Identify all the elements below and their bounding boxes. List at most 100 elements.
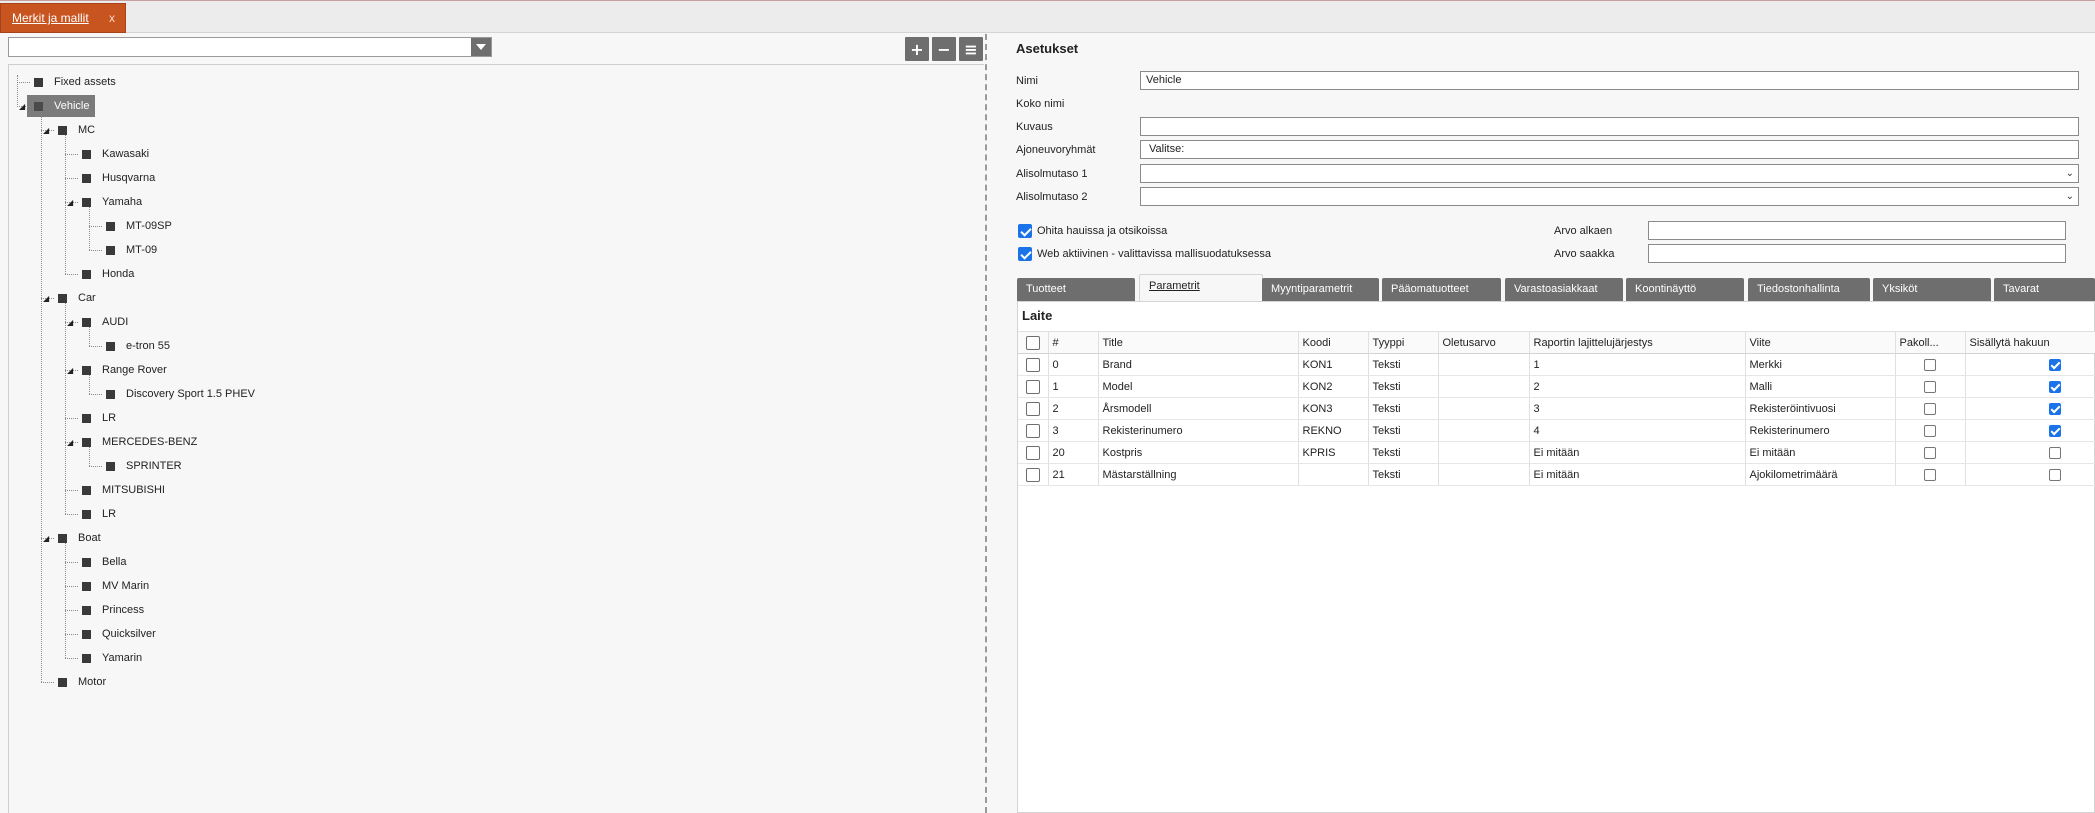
ohita-checkbox[interactable] (1018, 224, 1032, 238)
table-row[interactable]: 3 Rekisterinumero REKNO Teksti 4 Rekisterinum… (1018, 419, 2095, 442)
expand-toggle-icon[interactable]: ◢ (67, 199, 73, 207)
tree-node[interactable]: MT-09SP (106, 215, 172, 237)
tab-yksikot[interactable]: Yksiköt (1873, 278, 1991, 301)
tab-koontinaytto[interactable]: Koontinäyttö (1626, 278, 1744, 301)
tab-tuotteet[interactable]: Tuotteet (1017, 278, 1135, 301)
node-icon (82, 653, 91, 663)
ohita-label: Ohita hauissa ja otsikoissa (1037, 225, 1168, 237)
column-header[interactable]: Raportin lajittelujärjestys (1529, 331, 1746, 354)
tree-node[interactable]: Yamarin (82, 647, 142, 669)
tree-node[interactable]: Discovery Sport 1.5 PHEV (106, 383, 255, 405)
tree-node[interactable]: Husqvarna (82, 167, 155, 189)
row-select-checkbox[interactable] (1018, 353, 1049, 376)
column-header[interactable]: Koodi (1298, 331, 1369, 354)
tree-connector (89, 375, 90, 394)
table-row[interactable]: 2 Årsmodell KON3 Teksti 3 Rekisteröintivuosi (1018, 397, 2095, 420)
document-tab-label[interactable]: Merkit ja mallit (12, 11, 89, 25)
select-all-checkbox[interactable] (1018, 331, 1049, 354)
tree-node[interactable]: Fixed assets (34, 71, 116, 93)
mandatory-checkbox[interactable] (1895, 375, 1966, 398)
include-in-search-checkbox[interactable] (1965, 463, 2095, 486)
mandatory-checkbox[interactable] (1895, 441, 1966, 464)
mandatory-checkbox[interactable] (1895, 419, 1966, 442)
chevron-down-icon[interactable] (471, 38, 491, 56)
expand-toggle-icon[interactable]: ◢ (67, 439, 73, 447)
mandatory-checkbox[interactable] (1895, 463, 1966, 486)
table-row[interactable]: 21 Mästarställning Teksti Ei mitään Ajokilom… (1018, 463, 2095, 486)
tree-node[interactable]: Motor (58, 671, 106, 693)
tab-parametrit[interactable]: Parametrit (1139, 274, 1263, 301)
include-in-search-checkbox[interactable] (1965, 397, 2095, 420)
tree-node[interactable]: Car (58, 287, 96, 309)
tree-node[interactable]: MITSUBISHI (82, 479, 165, 501)
expand-toggle-icon[interactable]: ◢ (67, 319, 73, 327)
collapse-all-button[interactable]: − (932, 37, 956, 61)
table-row[interactable]: 20 Kostpris KPRIS Teksti Ei mitään Ei mitään (1018, 441, 2095, 464)
expand-all-button[interactable]: + (905, 37, 929, 61)
tree-node[interactable]: SPRINTER (106, 455, 182, 477)
include-in-search-checkbox[interactable] (1965, 375, 2095, 398)
row-select-checkbox[interactable] (1018, 441, 1049, 464)
cell-num: 1 (1048, 375, 1099, 398)
tree-node[interactable]: LR (82, 407, 116, 429)
tree-node[interactable]: Vehicle (27, 95, 96, 117)
column-header[interactable]: Title (1098, 331, 1299, 354)
tree-node[interactable]: Kawasaki (82, 143, 149, 165)
tree-node[interactable]: Honda (82, 263, 134, 285)
column-header[interactable]: Pakoll... (1895, 331, 1966, 354)
tab-tiedostonhallinta[interactable]: Tiedostonhallinta (1748, 278, 1870, 301)
close-icon[interactable]: x (109, 11, 115, 25)
tree-node[interactable]: Princess (82, 599, 144, 621)
table-row[interactable]: 0 Brand KON1 Teksti 1 Merkki (1018, 353, 2095, 376)
alisolmutaso2-select[interactable]: ⌄ (1140, 187, 2079, 206)
row-select-checkbox[interactable] (1018, 419, 1049, 442)
kuvaus-field[interactable] (1140, 117, 2079, 136)
column-header[interactable]: Viite (1745, 331, 1896, 354)
row-select-checkbox[interactable] (1018, 397, 1049, 420)
tree-node[interactable]: Bella (82, 551, 126, 573)
tab-varastoasiakkaat[interactable]: Varastoasiakkaat (1505, 278, 1623, 301)
mandatory-checkbox[interactable] (1895, 397, 1966, 420)
include-in-search-checkbox[interactable] (1965, 441, 2095, 464)
expand-toggle-icon[interactable]: ◢ (43, 295, 49, 303)
tree-filter-select[interactable] (8, 37, 492, 57)
tab-myyntiparametrit[interactable]: Myyntiparametrit (1262, 278, 1379, 301)
table-row[interactable]: 1 Model KON2 Teksti 2 Malli (1018, 375, 2095, 398)
tree-node[interactable]: Yamaha (82, 191, 142, 213)
tree-node[interactable]: MV Marin (82, 575, 149, 597)
expand-toggle-icon[interactable]: ◢ (19, 103, 25, 111)
panel-splitter[interactable] (985, 34, 987, 813)
node-icon (82, 269, 91, 279)
tree-node[interactable]: MERCEDES-BENZ (82, 431, 197, 453)
arvo-alkaen-field[interactable] (1648, 221, 2066, 240)
tree-node[interactable]: MC (58, 119, 95, 141)
nimi-field[interactable]: Vehicle (1140, 71, 2079, 90)
cell-type: Teksti (1368, 353, 1439, 376)
tab-paaomatuotteet[interactable]: Pääomatuotteet (1382, 278, 1501, 301)
tree-node[interactable]: Range Rover (82, 359, 167, 381)
include-in-search-checkbox[interactable] (1965, 419, 2095, 442)
column-header[interactable]: Sisällytä hakuun (1965, 331, 2095, 354)
row-select-checkbox[interactable] (1018, 463, 1049, 486)
tab-tavarat[interactable]: Tavarat (1994, 278, 2095, 301)
include-in-search-checkbox[interactable] (1965, 353, 2095, 376)
tree-connector (65, 658, 78, 659)
tree-node[interactable]: Quicksilver (82, 623, 156, 645)
column-header[interactable]: Oletusarvo (1438, 331, 1530, 354)
ajoneuvoryhmat-select[interactable]: Valitse: (1140, 140, 2079, 159)
arvo-saakka-field[interactable] (1648, 244, 2066, 263)
mandatory-checkbox[interactable] (1895, 353, 1966, 376)
expand-toggle-icon[interactable]: ◢ (43, 127, 49, 135)
column-header[interactable]: # (1048, 331, 1099, 354)
expand-toggle-icon[interactable]: ◢ (43, 535, 49, 543)
document-tab-merkit-ja-mallit[interactable]: Merkit ja mallit x (0, 3, 126, 33)
tree-node[interactable]: e-tron 55 (106, 335, 170, 357)
row-select-checkbox[interactable] (1018, 375, 1049, 398)
tree-node[interactable]: MT-09 (106, 239, 157, 261)
column-header[interactable]: Tyyppi (1368, 331, 1439, 354)
menu-icon[interactable]: ≡ (959, 37, 983, 61)
alisolmutaso1-select[interactable]: ⌄ (1140, 164, 2079, 183)
tree-node[interactable]: LR (82, 503, 116, 525)
web-aktiivinen-checkbox[interactable] (1018, 247, 1032, 261)
expand-toggle-icon[interactable]: ◢ (67, 367, 73, 375)
